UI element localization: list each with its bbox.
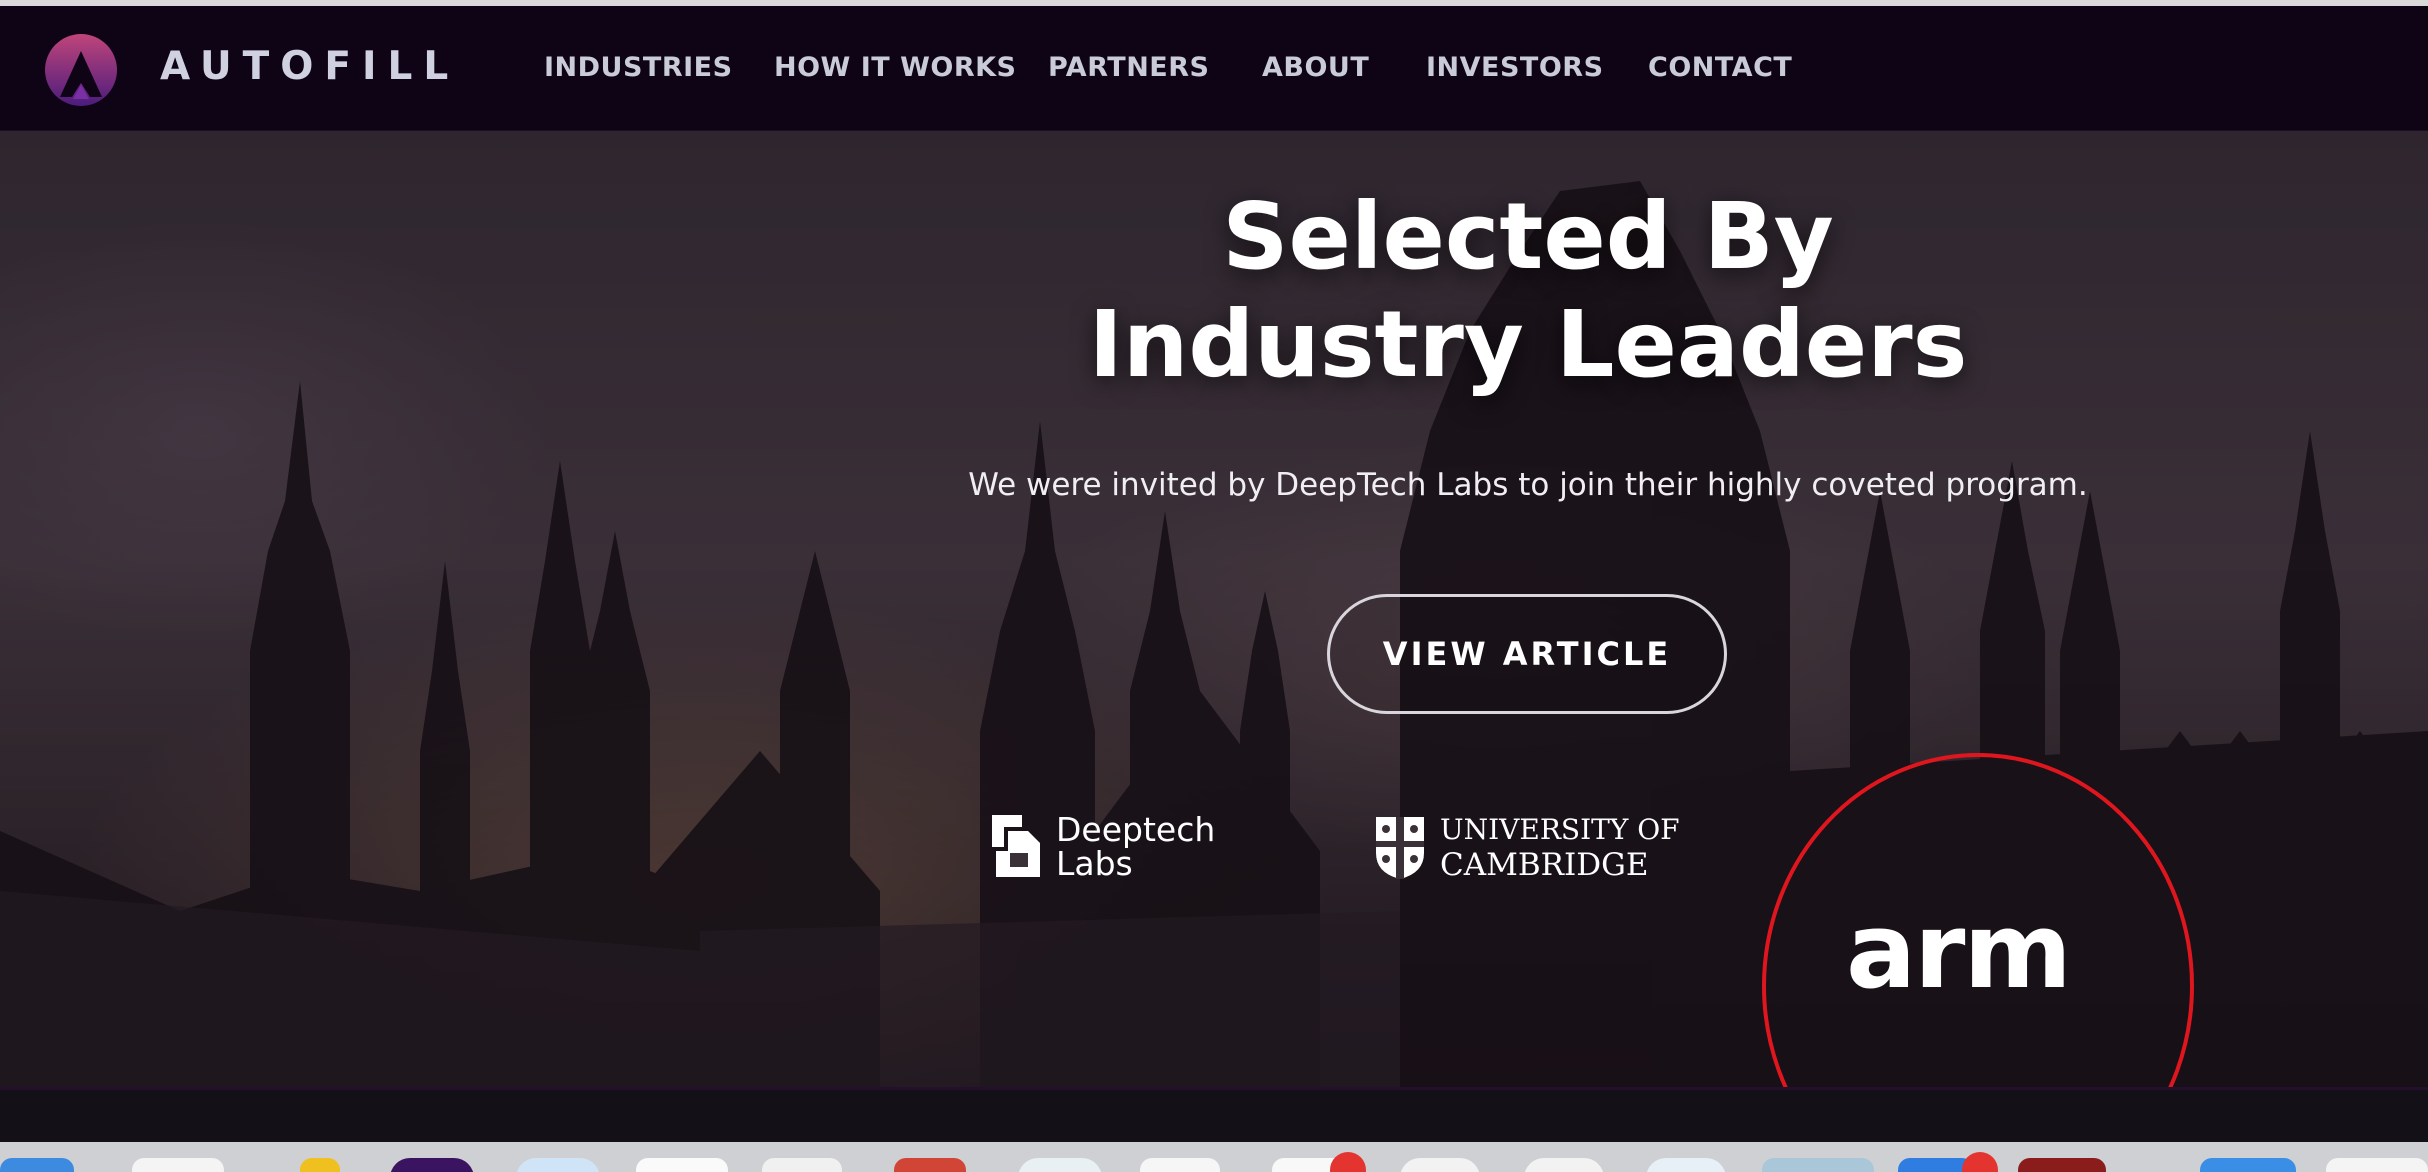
app-icon-light[interactable] (1018, 1158, 1102, 1172)
autofill-logo-icon[interactable] (44, 33, 118, 107)
cambridge-crest-icon (1376, 817, 1424, 879)
nav-item-investors[interactable]: INVESTORS (1426, 52, 1604, 83)
deeptech-logo-line-2: Labs (1056, 844, 1133, 883)
deeptech-logo-line-1: Deeptech (1056, 810, 1216, 849)
top-navigation: AUTOFILL INDUSTRIES HOW IT WORKS PARTNER… (0, 6, 2428, 132)
documents-icon[interactable] (762, 1158, 842, 1172)
app-icon-round[interactable] (1400, 1158, 1480, 1172)
brand-wordmark[interactable]: AUTOFILL (160, 44, 459, 89)
mail-icon[interactable] (636, 1158, 728, 1172)
hero-title-line-1: Selected By (1222, 183, 1834, 290)
app-icon-maroon[interactable] (2018, 1158, 2106, 1172)
cambridge-logo[interactable]: UNIVERSITY OF CAMBRIDGE (1374, 813, 1694, 885)
deeptech-labs-logo[interactable]: Deeptech Labs (988, 813, 1228, 883)
launchpad-icon[interactable] (132, 1158, 224, 1172)
folder-icon[interactable] (2200, 1158, 2296, 1172)
notes-icon[interactable] (300, 1158, 340, 1172)
hero-title: Selected By Industry Leaders (1020, 183, 2036, 399)
cambridge-logo-line-2: CAMBRIDGE (1440, 847, 1649, 883)
next-section-strip (0, 1087, 2428, 1145)
app-icon-purple[interactable] (390, 1158, 474, 1172)
app-icon-round-3[interactable] (1646, 1158, 1726, 1172)
hero-subtitle: We were invited by DeepTech Labs to join… (968, 467, 2088, 503)
app-icon-blue-grey[interactable] (1762, 1158, 1874, 1172)
app-icon-red[interactable] (894, 1158, 966, 1172)
hero-title-line-2: Industry Leaders (1088, 291, 1968, 398)
macos-dock (0, 1142, 2428, 1172)
trash-icon[interactable] (2326, 1158, 2428, 1172)
nav-item-about[interactable]: ABOUT (1262, 52, 1369, 83)
app-icon-white[interactable] (1140, 1158, 1220, 1172)
nav-item-how-it-works[interactable]: HOW IT WORKS (774, 52, 1017, 83)
cambridge-logo-line-1: UNIVERSITY OF (1440, 813, 1680, 846)
deeptech-mark-icon (992, 815, 1040, 877)
highlight-circle-annotation (1762, 753, 2194, 1087)
view-article-button[interactable]: VIEW ARTICLE (1327, 594, 1727, 714)
notification-badge-icon (1330, 1152, 1366, 1172)
safari-icon[interactable] (516, 1158, 600, 1172)
nav-item-industries[interactable]: INDUSTRIES (544, 52, 733, 83)
finder-icon[interactable] (0, 1158, 74, 1172)
nav-item-contact[interactable]: CONTACT (1648, 52, 1792, 83)
nav-item-partners[interactable]: PARTNERS (1048, 52, 1209, 83)
hero-section: Selected By Industry Leaders We were inv… (0, 131, 2428, 1087)
notification-badge-2-icon (1962, 1152, 1998, 1172)
app-icon-round-2[interactable] (1524, 1158, 1604, 1172)
